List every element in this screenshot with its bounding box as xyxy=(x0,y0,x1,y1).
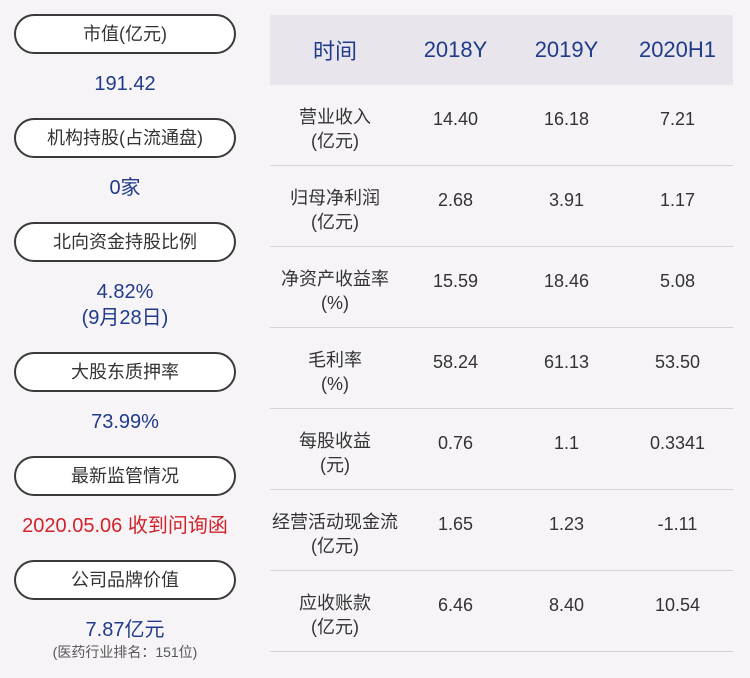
value-cell: 1.1 xyxy=(553,433,580,453)
regulation-status-value: 2020.05.06 收到问询函 xyxy=(22,515,228,537)
brand-value-value: 7.87亿元 xyxy=(85,619,165,641)
value-cell: 2.68 xyxy=(437,190,474,210)
value-cell: 0.76 xyxy=(437,433,474,453)
header-2018: 2018Y xyxy=(423,37,488,62)
regulation-status-label: 最新监管情况 xyxy=(14,456,236,496)
metric-name: 应收账款 xyxy=(299,593,371,613)
brand-value-rank-note: (医药行业排名：151位) xyxy=(52,644,198,660)
value-cell: 15.59 xyxy=(432,271,479,291)
value-cell: 58.24 xyxy=(432,352,479,372)
value-cell: 61.13 xyxy=(543,352,590,372)
metric-cell: 经营活动现金流 (亿元) xyxy=(270,490,400,558)
header-time: 时间 xyxy=(312,39,357,64)
metric-unit: (亿元) xyxy=(311,617,359,637)
value-cell: 16.18 xyxy=(543,109,590,129)
metric-cell: 营业收入 (亿元) xyxy=(270,85,400,153)
value-cell: 3.91 xyxy=(548,190,585,210)
value-cell: 7.21 xyxy=(659,109,696,129)
northbound-ratio-value: 4.82% xyxy=(96,281,154,303)
value-cell: -1.11 xyxy=(657,514,698,534)
market-cap-value: 191.42 xyxy=(94,73,156,95)
table-header: 时间 2018Y 2019Y 2020H1 xyxy=(270,15,733,85)
metric-name: 营业收入 xyxy=(299,107,371,127)
metric-cell: 毛利率 (%) xyxy=(270,328,400,396)
value-cell: 10.54 xyxy=(654,595,701,615)
metric-cell: 应收账款 (亿元) xyxy=(270,571,400,639)
metric-unit: (%) xyxy=(321,293,349,313)
metric-name: 净资产收益率 xyxy=(281,269,389,289)
metric-unit: (亿元) xyxy=(311,131,359,151)
header-2019: 2019Y xyxy=(534,37,599,62)
institutional-holding-value: 0家 xyxy=(109,177,141,199)
metric-unit: (%) xyxy=(321,374,349,394)
value-cell: 53.50 xyxy=(654,352,701,372)
value-cell: 14.40 xyxy=(432,109,479,129)
pledge-rate-value: 73.99% xyxy=(91,411,159,433)
value-cell: 6.46 xyxy=(437,595,474,615)
pledge-rate-label: 大股东质押率 xyxy=(14,352,236,392)
brand-value-label: 公司品牌价值 xyxy=(14,560,236,600)
metric-unit: (元) xyxy=(320,455,350,475)
metric-name: 毛利率 xyxy=(308,350,362,370)
table-row: 归母净利润 (亿元) 2.68 3.91 1.17 xyxy=(270,166,733,247)
metric-unit: (亿元) xyxy=(311,212,359,232)
table-row: 毛利率 (%) 58.24 61.13 53.50 xyxy=(270,328,733,409)
financial-table: 时间 2018Y 2019Y 2020H1 营业收入 (亿元) 14.40 16… xyxy=(270,15,733,652)
metric-cell: 归母净利润 (亿元) xyxy=(270,166,400,234)
metric-cell: 净资产收益率 (%) xyxy=(270,247,400,315)
value-cell: 8.40 xyxy=(548,595,585,615)
metric-name: 每股收益 xyxy=(299,431,371,451)
metric-name: 经营活动现金流 xyxy=(272,512,398,532)
table-row: 应收账款 (亿元) 6.46 8.40 10.54 xyxy=(270,571,733,652)
table-row: 营业收入 (亿元) 14.40 16.18 7.21 xyxy=(270,85,733,166)
metric-name: 归母净利润 xyxy=(290,188,380,208)
value-cell: 5.08 xyxy=(659,271,696,291)
northbound-ratio-date: (9月28日) xyxy=(81,307,169,329)
table-row: 每股收益 (元) 0.76 1.1 0.3341 xyxy=(270,409,733,490)
value-cell: 0.3341 xyxy=(649,433,706,453)
value-cell: 1.65 xyxy=(437,514,474,534)
value-cell: 1.23 xyxy=(548,514,585,534)
market-cap-label: 市值(亿元) xyxy=(14,14,236,54)
value-cell: 1.17 xyxy=(659,190,696,210)
table-row: 净资产收益率 (%) 15.59 18.46 5.08 xyxy=(270,247,733,328)
header-2020h1: 2020H1 xyxy=(638,37,717,62)
value-cell: 18.46 xyxy=(543,271,590,291)
metric-cell: 每股收益 (元) xyxy=(270,409,400,477)
metric-unit: (亿元) xyxy=(311,536,359,556)
northbound-ratio-label: 北向资金持股比例 xyxy=(14,222,236,262)
table-row: 经营活动现金流 (亿元) 1.65 1.23 -1.11 xyxy=(270,490,733,571)
institutional-holding-label: 机构持股(占流通盘) xyxy=(14,118,236,158)
